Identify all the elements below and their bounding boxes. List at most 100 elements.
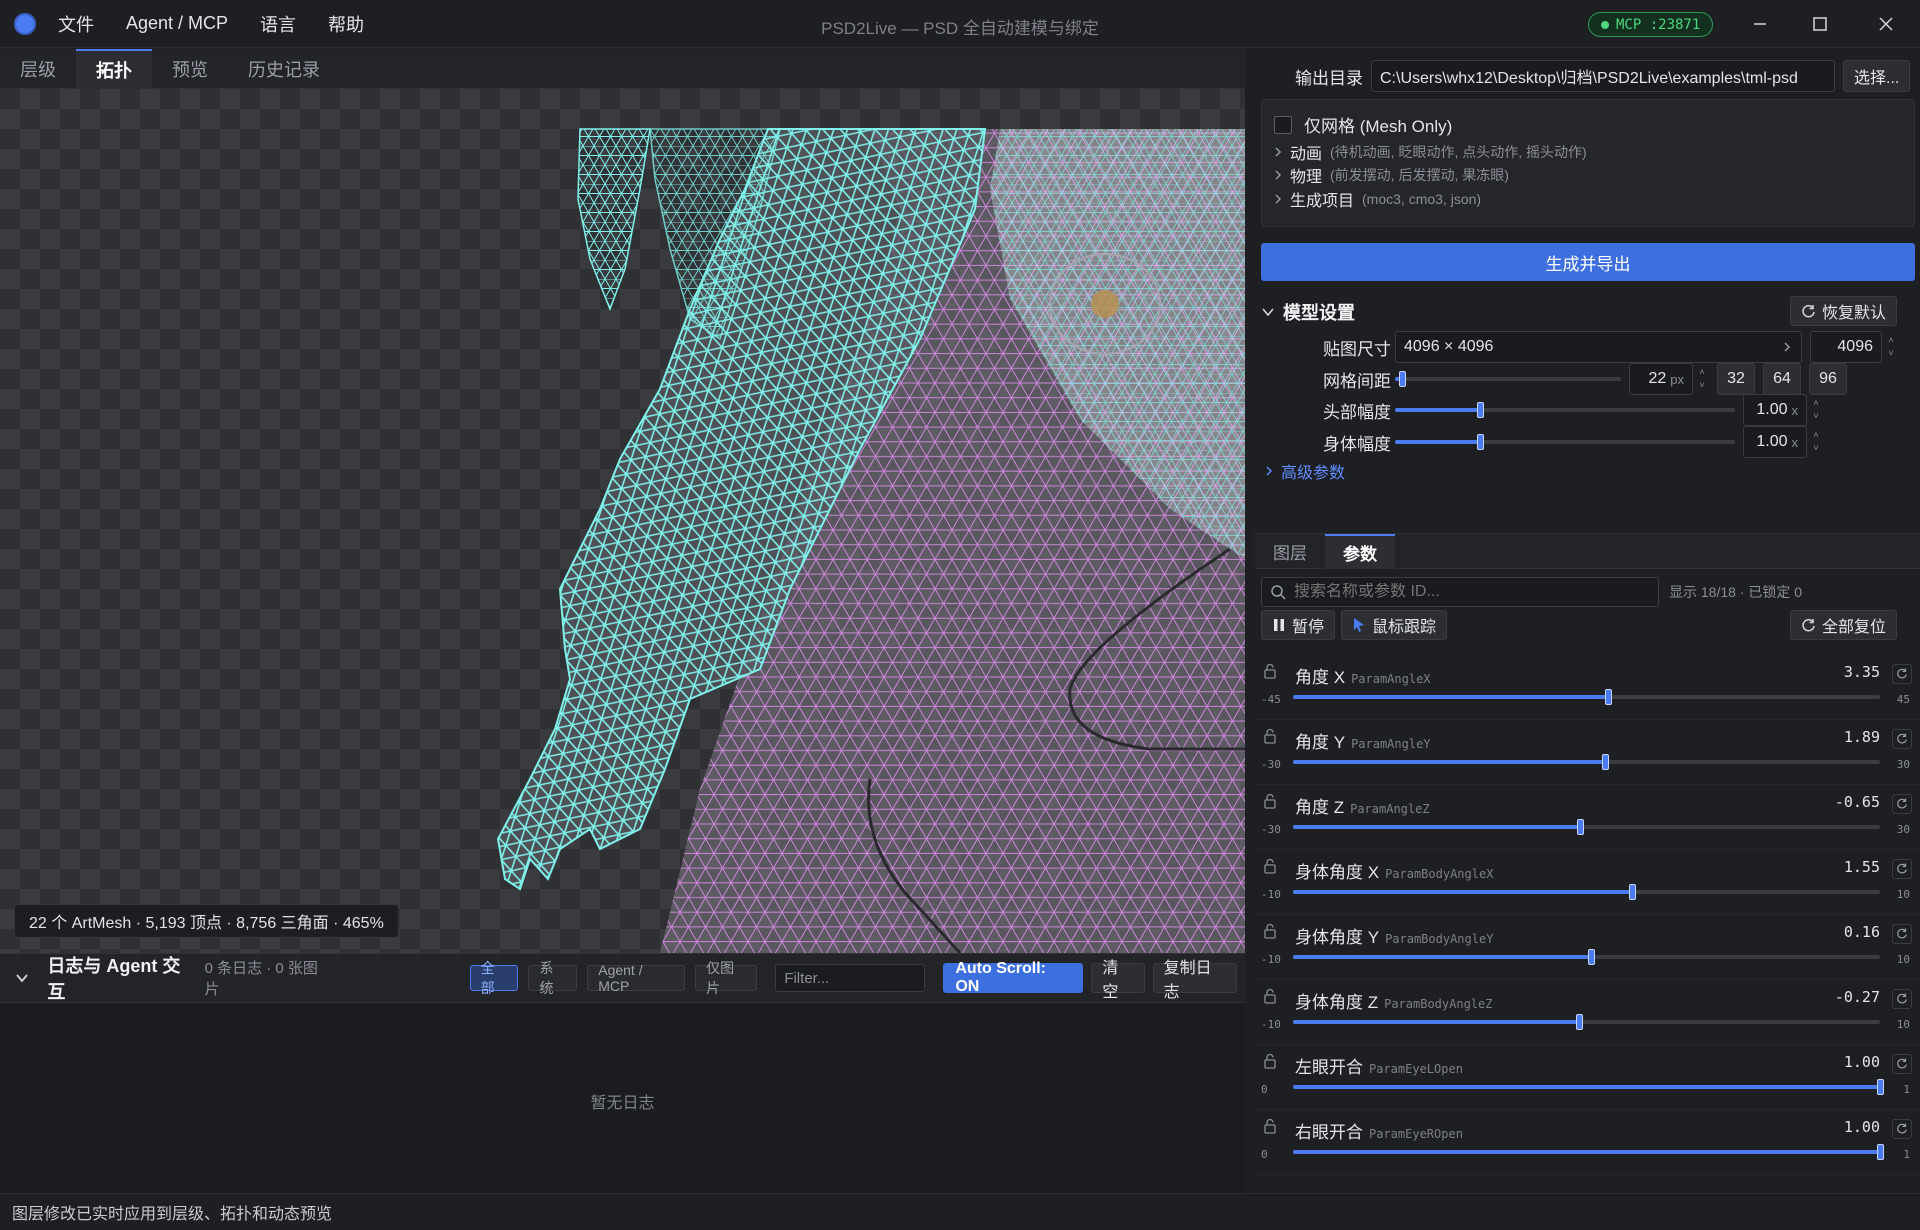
menu-help[interactable]: 帮助 [328,11,364,37]
body-amplitude-slider[interactable] [1395,432,1735,452]
lock-icon[interactable] [1263,858,1277,874]
head-amplitude-spinbox[interactable]: 1.00 x [1743,394,1807,426]
param-value[interactable]: -0.27 [1835,988,1880,1006]
filter-agent-mcp[interactable]: Agent / MCP [587,962,686,994]
lock-icon[interactable] [1263,663,1277,679]
spin-arrows[interactable]: ˄ ˅ [1695,363,1709,395]
slider-handle[interactable] [1477,434,1484,450]
choose-dir-button[interactable]: 选择... [1843,60,1911,92]
param-reset-button[interactable] [1892,924,1912,944]
tab-hierarchy[interactable]: 层级 [0,49,76,89]
param-reset-button[interactable] [1892,729,1912,749]
param-value[interactable]: 1.55 [1844,858,1880,876]
menu-language[interactable]: 语言 [260,11,296,37]
param-value[interactable]: 0.16 [1844,923,1880,941]
model-settings-header[interactable]: 模型设置 [1261,299,1355,325]
texture-size-select[interactable]: 4096 × 4096 [1395,331,1802,363]
mouse-track-button[interactable]: 鼠标跟踪 [1341,610,1448,640]
slider-handle[interactable] [1477,402,1484,418]
filter-system[interactable]: 系统 [528,960,578,996]
close-button[interactable] [1856,0,1916,48]
param-reset-button[interactable] [1892,794,1912,814]
param-value[interactable]: 1.89 [1844,728,1880,746]
grid-spacing-spinbox[interactable]: 22 px [1629,363,1693,395]
option-generate-project[interactable]: 生成项目 (moc3, cmo3, json) [1272,187,1481,211]
spin-arrows[interactable]: ˄ ˅ [1884,331,1898,363]
advanced-params-toggle[interactable]: 高级参数 [1263,459,1345,483]
param-slider[interactable] [1293,1012,1880,1032]
param-value[interactable]: -0.65 [1835,793,1880,811]
slider-handle[interactable] [1575,1014,1583,1030]
slider-handle[interactable] [1877,1079,1884,1095]
topology-canvas[interactable]: 22 个 ArtMesh · 5,193 顶点 · 8,756 三角面 · 46… [0,89,1245,953]
lock-icon[interactable] [1263,728,1277,744]
auto-scroll-toggle[interactable]: Auto Scroll: ON [943,960,1084,995]
spin-arrows[interactable]: ˄ ˅ [1809,394,1823,426]
slider-handle[interactable] [1601,754,1609,770]
option-physics[interactable]: 物理 (前发摆动, 后发摆动, 果冻眼) [1272,163,1509,187]
output-dir-field[interactable]: C:\Users\whx12\Desktop\归档\PSD2Live\examp… [1371,60,1835,92]
reset-all-button[interactable]: 全部复位 [1790,610,1898,640]
tab-topology[interactable]: 拓扑 [76,49,152,89]
body-amplitude-spinbox[interactable]: 1.00 x [1743,426,1807,458]
param-value[interactable]: 3.35 [1844,663,1880,681]
slider-handle[interactable] [1605,689,1613,705]
texture-size-spinbox[interactable]: 4096 [1810,331,1882,363]
param-value[interactable]: 1.00 [1844,1118,1880,1136]
log-filter-input[interactable] [775,964,926,992]
clear-log-button[interactable]: 清空 [1091,960,1145,1001]
collapse-log-button[interactable] [10,966,33,990]
lock-icon[interactable] [1263,793,1277,809]
pause-button[interactable]: 暂停 [1261,610,1336,640]
lock-icon[interactable] [1263,1118,1277,1134]
log-counts: 0 条日志 · 0 张图片 [204,960,318,998]
restore-defaults-button[interactable]: 恢复默认 [1790,296,1898,326]
grid-preset-64[interactable]: 64 [1763,363,1801,395]
tab-layers[interactable]: 图层 [1255,534,1325,569]
maximize-button[interactable] [1790,0,1850,48]
lock-icon[interactable] [1263,988,1277,1004]
mesh-only-checkbox[interactable] [1274,115,1292,134]
mesh-only-row[interactable]: 仅网格 (Mesh Only) [1274,112,1452,137]
param-slider[interactable] [1293,882,1880,902]
param-reset-button[interactable] [1892,1054,1912,1074]
param-slider[interactable] [1293,947,1880,967]
param-reset-button[interactable] [1892,1119,1912,1139]
tab-parameters[interactable]: 参数 [1325,534,1395,569]
param-slider[interactable] [1293,817,1880,837]
param-slider[interactable] [1293,1142,1884,1162]
filter-all[interactable]: 全部 [469,960,519,996]
lock-icon[interactable] [1263,1053,1277,1069]
param-reset-button[interactable] [1892,859,1912,879]
head-amplitude-slider[interactable] [1395,400,1735,420]
grid-spacing-slider[interactable] [1395,369,1621,389]
slider-handle[interactable] [1877,1144,1884,1160]
param-slider[interactable] [1293,687,1880,707]
generate-export-button[interactable]: 生成并导出 [1261,243,1915,281]
grid-preset-96[interactable]: 96 [1809,363,1847,395]
slider-handle[interactable] [1628,884,1636,900]
mcp-status-badge[interactable]: MCP :23871 [1588,12,1714,37]
option-physics-label: 物理 [1290,169,1323,186]
menu-agent-mcp[interactable]: Agent / MCP [126,13,228,34]
param-search-field[interactable] [1261,577,1659,607]
lock-icon[interactable] [1263,923,1277,939]
option-animation[interactable]: 动画 (待机动画, 眨眼动作, 点头动作, 摇头动作) [1272,140,1587,164]
param-slider[interactable] [1293,1077,1884,1097]
param-value[interactable]: 1.00 [1844,1053,1880,1071]
copy-log-button[interactable]: 复制日志 [1152,960,1237,1001]
param-reset-button[interactable] [1892,989,1912,1009]
slider-handle[interactable] [1588,949,1596,965]
slider-handle[interactable] [1577,819,1585,835]
param-reset-button[interactable] [1892,664,1912,684]
param-slider[interactable] [1293,752,1880,772]
param-search-input[interactable] [1294,583,1634,601]
minimize-button[interactable] [1730,0,1790,48]
tab-preview[interactable]: 预览 [152,49,228,89]
grid-preset-32[interactable]: 32 [1717,363,1755,395]
filter-images-only[interactable]: 仅图片 [695,960,758,996]
spin-arrows[interactable]: ˄ ˅ [1809,426,1823,458]
menu-file[interactable]: 文件 [58,11,94,37]
tab-history[interactable]: 历史记录 [228,49,340,89]
slider-handle[interactable] [1398,371,1406,387]
